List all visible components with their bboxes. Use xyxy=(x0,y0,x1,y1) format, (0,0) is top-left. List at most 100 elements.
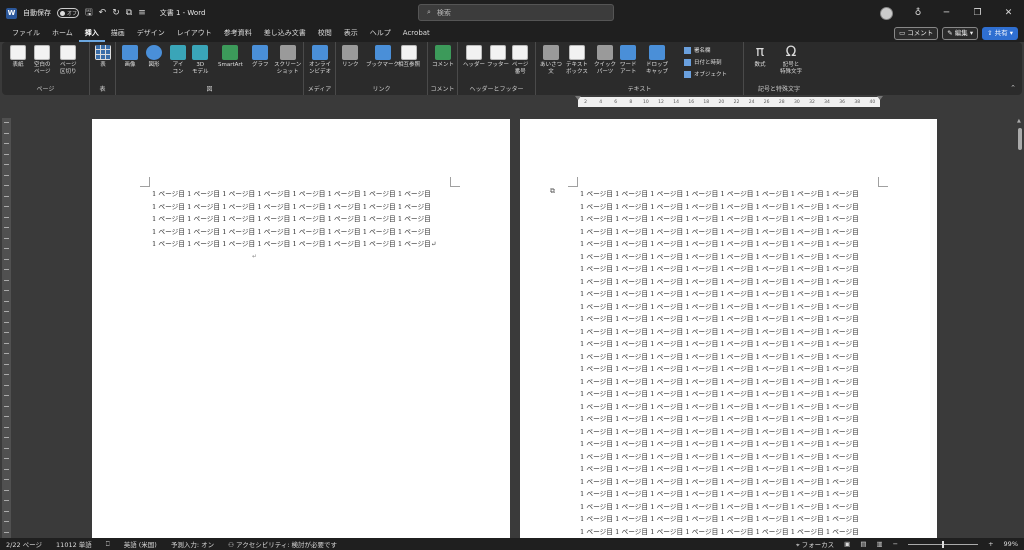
tab-view[interactable]: 表示 xyxy=(338,26,364,42)
lightbulb-icon[interactable]: ♁ xyxy=(905,8,931,18)
text-line[interactable]: 1 ページ目 1 ページ目 1 ページ目 1 ページ目 1 ページ目 1 ページ… xyxy=(580,501,880,514)
wordart-button[interactable]: ワード アート xyxy=(620,45,637,76)
page-2-body-text[interactable]: 1 ページ目 1 ページ目 1 ページ目 1 ページ目 1 ページ目 1 ページ… xyxy=(580,188,880,540)
text-line[interactable]: 1 ページ目 1 ページ目 1 ページ目 1 ページ目 1 ページ目 1 ページ… xyxy=(580,451,880,464)
text-line[interactable]: 1 ページ目 1 ページ目 1 ページ目 1 ページ目 1 ページ目 1 ページ… xyxy=(580,363,880,376)
footer-button[interactable]: フッター xyxy=(487,45,509,69)
text-line[interactable]: 1 ページ目 1 ページ目 1 ページ目 1 ページ目 1 ページ目 1 ページ… xyxy=(580,338,880,351)
copy-format-icon[interactable]: ⧉ xyxy=(126,8,132,18)
chart-button[interactable]: グラフ xyxy=(252,45,269,69)
right-indent-marker[interactable] xyxy=(877,96,883,100)
text-line[interactable]: 1 ページ目 1 ページ目 1 ページ目 1 ページ目 1 ページ目 1 ページ… xyxy=(580,413,880,426)
page-break-button[interactable]: ページ 区切り xyxy=(60,45,77,76)
tab-references[interactable]: 参考資料 xyxy=(218,26,258,42)
zoom-slider[interactable] xyxy=(908,540,979,548)
text-line[interactable]: 1 ページ目 1 ページ目 1 ページ目 1 ページ目 1 ページ目 1 ページ… xyxy=(580,201,880,214)
tab-help[interactable]: ヘルプ xyxy=(364,26,397,42)
text-line[interactable]: 1 ページ目 1 ページ目 1 ページ目 1 ページ目 1 ページ目 1 ページ… xyxy=(580,301,880,314)
bookmark-button[interactable]: ブックマーク xyxy=(366,45,399,69)
comments-button[interactable]: ▭ コメント xyxy=(894,27,939,40)
text-line[interactable]: 1 ページ目 1 ページ目 1 ページ目 1 ページ目 1 ページ目 1 ページ… xyxy=(580,476,880,489)
text-line[interactable]: 1 ページ目 1 ページ目 1 ページ目 1 ページ目 1 ページ目 1 ページ… xyxy=(152,201,452,214)
textbox-button[interactable]: テキスト ボックス xyxy=(566,45,588,76)
text-line[interactable]: 1 ページ目 1 ページ目 1 ページ目 1 ページ目 1 ページ目 1 ページ… xyxy=(152,226,452,239)
vertical-scrollbar[interactable]: ▲ xyxy=(1016,118,1024,538)
text-line[interactable]: 1 ページ目 1 ページ目 1 ページ目 1 ページ目 1 ページ目 1 ページ… xyxy=(580,238,880,251)
date-time-button[interactable]: 日付と時刻 xyxy=(684,58,722,66)
blank-page-button[interactable]: 空白の ページ xyxy=(34,45,51,76)
predictive-input-status[interactable]: 予測入力: オン xyxy=(171,539,214,549)
page-2[interactable]: ⧉ 1 ページ目 1 ページ目 1 ページ目 1 ページ目 1 ページ目 1 ペ… xyxy=(520,119,937,540)
quick-parts-button[interactable]: クイック パーツ xyxy=(594,45,616,76)
redo-icon[interactable]: ↻ xyxy=(112,8,120,18)
accessibility-status[interactable]: ⚇ アクセシビリティ: 検討が必要です xyxy=(228,539,337,549)
tab-layout[interactable]: レイアウト xyxy=(171,26,218,42)
word-count[interactable]: 11012 単語 xyxy=(56,539,92,549)
tab-design[interactable]: デザイン xyxy=(131,26,171,42)
zoom-in-icon[interactable]: + xyxy=(988,540,993,548)
focus-mode-button[interactable]: ⌖ フォーカス xyxy=(796,539,834,550)
text-line[interactable]: 1 ページ目 1 ページ目 1 ページ目 1 ページ目 1 ページ目 1 ページ… xyxy=(580,426,880,439)
autosave-toggle[interactable]: オフ xyxy=(57,8,79,18)
new-comment-button[interactable]: コメント xyxy=(432,45,454,69)
restore-icon[interactable]: ❐ xyxy=(962,8,993,18)
tab-mailings[interactable]: 差し込み文書 xyxy=(258,26,312,42)
avatar[interactable] xyxy=(880,6,893,20)
page-1-body-text[interactable]: 1 ページ目 1 ページ目 1 ページ目 1 ページ目 1 ページ目 1 ページ… xyxy=(152,188,452,251)
text-line[interactable]: 1 ページ目 1 ページ目 1 ページ目 1 ページ目 1 ページ目 1 ページ… xyxy=(580,313,880,326)
text-line[interactable]: 1 ページ目 1 ページ目 1 ページ目 1 ページ目 1 ページ目 1 ページ… xyxy=(152,213,452,226)
tab-acrobat[interactable]: Acrobat xyxy=(397,26,436,42)
web-layout-icon[interactable]: ▥ xyxy=(876,540,882,548)
text-line[interactable]: 1 ページ目 1 ページ目 1 ページ目 1 ページ目 1 ページ目 1 ページ… xyxy=(580,388,880,401)
zoom-level[interactable]: 99% xyxy=(1004,540,1018,548)
tab-file[interactable]: ファイル xyxy=(6,26,46,42)
greeting-button[interactable]: あいさつ文 xyxy=(540,45,562,76)
icons-button[interactable]: アイ コン xyxy=(170,45,186,76)
page-count[interactable]: 2/22 ページ xyxy=(6,539,42,549)
page-1[interactable]: 1 ページ目 1 ページ目 1 ページ目 1 ページ目 1 ページ目 1 ページ… xyxy=(92,119,510,540)
text-line[interactable]: 1 ページ目 1 ページ目 1 ページ目 1 ページ目 1 ページ目 1 ページ… xyxy=(580,213,880,226)
anchor-icon[interactable]: ⧉ xyxy=(550,187,555,196)
editing-mode-button[interactable]: ✎ 編集 ▾ xyxy=(942,27,979,40)
text-line[interactable]: 1 ページ目 1 ページ目 1 ページ目 1 ページ目 1 ページ目 1 ページ… xyxy=(580,463,880,476)
text-line[interactable]: 1 ページ目 1 ページ目 1 ページ目 1 ページ目 1 ページ目 1 ページ… xyxy=(580,263,880,276)
tab-home[interactable]: ホーム xyxy=(46,26,79,42)
text-line[interactable]: 1 ページ目 1 ページ目 1 ページ目 1 ページ目 1 ページ目 1 ページ… xyxy=(580,326,880,339)
read-mode-icon[interactable]: ▣ xyxy=(844,540,850,548)
save-icon[interactable]: 🖫 xyxy=(85,5,93,21)
equation-button[interactable]: π 数式 xyxy=(752,45,768,69)
text-line[interactable]: 1 ページ目 1 ページ目 1 ページ目 1 ページ目 1 ページ目 1 ページ… xyxy=(580,288,880,301)
scroll-up-icon[interactable]: ▲ xyxy=(1017,118,1021,124)
text-line[interactable]: 1 ページ目 1 ページ目 1 ページ目 1 ページ目 1 ページ目 1 ページ… xyxy=(580,351,880,364)
page-number-button[interactable]: ページ 番号 xyxy=(512,45,528,76)
table-button[interactable]: 表 xyxy=(95,45,111,69)
left-indent-marker[interactable] xyxy=(575,96,581,100)
shapes-button[interactable]: 図形 xyxy=(146,45,162,69)
cross-reference-button[interactable]: 相互参照 xyxy=(398,45,420,69)
drop-cap-button[interactable]: ドロップ キャップ xyxy=(646,45,668,76)
link-button[interactable]: リンク xyxy=(342,45,359,69)
text-line[interactable]: 1 ページ目 1 ページ目 1 ページ目 1 ページ目 1 ページ目 1 ページ… xyxy=(580,513,880,526)
print-layout-icon[interactable]: ▤ xyxy=(860,540,866,548)
zoom-out-icon[interactable]: − xyxy=(893,540,898,548)
search-input[interactable]: ⌕ 検索 xyxy=(418,4,614,21)
3d-models-button[interactable]: 3D モデル xyxy=(192,45,209,76)
text-line[interactable]: 1 ページ目 1 ページ目 1 ページ目 1 ページ目 1 ページ目 1 ページ… xyxy=(580,488,880,501)
signature-line-button[interactable]: 署名欄 xyxy=(684,46,711,54)
vertical-ruler[interactable] xyxy=(2,118,11,538)
text-line[interactable]: 1 ページ目 1 ページ目 1 ページ目 1 ページ目 1 ページ目 1 ページ… xyxy=(580,376,880,389)
undo-icon[interactable]: ↶ xyxy=(99,8,107,18)
cover-page-button[interactable]: 表紙 xyxy=(10,45,26,69)
share-button[interactable]: ⇪ 共有 ▾ xyxy=(982,27,1018,40)
text-line[interactable]: 1 ページ目 1 ページ目 1 ページ目 1 ページ目 1 ページ目 1 ページ… xyxy=(580,188,880,201)
tab-insert[interactable]: 挿入 xyxy=(78,26,105,42)
text-line[interactable]: 1 ページ目 1 ページ目 1 ページ目 1 ページ目 1 ページ目 1 ページ… xyxy=(580,276,880,289)
text-line[interactable]: 1 ページ目 1 ページ目 1 ページ目 1 ページ目 1 ページ目 1 ページ… xyxy=(152,188,452,201)
text-line[interactable]: 1 ページ目 1 ページ目 1 ページ目 1 ページ目 1 ページ目 1 ページ… xyxy=(580,438,880,451)
minimize-icon[interactable]: ─ xyxy=(931,8,962,18)
symbol-button[interactable]: Ω 記号と 特殊文字 xyxy=(780,45,802,76)
picture-button[interactable]: 画像 xyxy=(122,45,138,69)
smartart-button[interactable]: SmartArt xyxy=(218,45,243,69)
text-line[interactable]: 1 ページ目 1 ページ目 1 ページ目 1 ページ目 1 ページ目 1 ページ… xyxy=(580,401,880,414)
text-line[interactable]: 1 ページ目 1 ページ目 1 ページ目 1 ページ目 1 ページ目 1 ページ… xyxy=(580,251,880,264)
